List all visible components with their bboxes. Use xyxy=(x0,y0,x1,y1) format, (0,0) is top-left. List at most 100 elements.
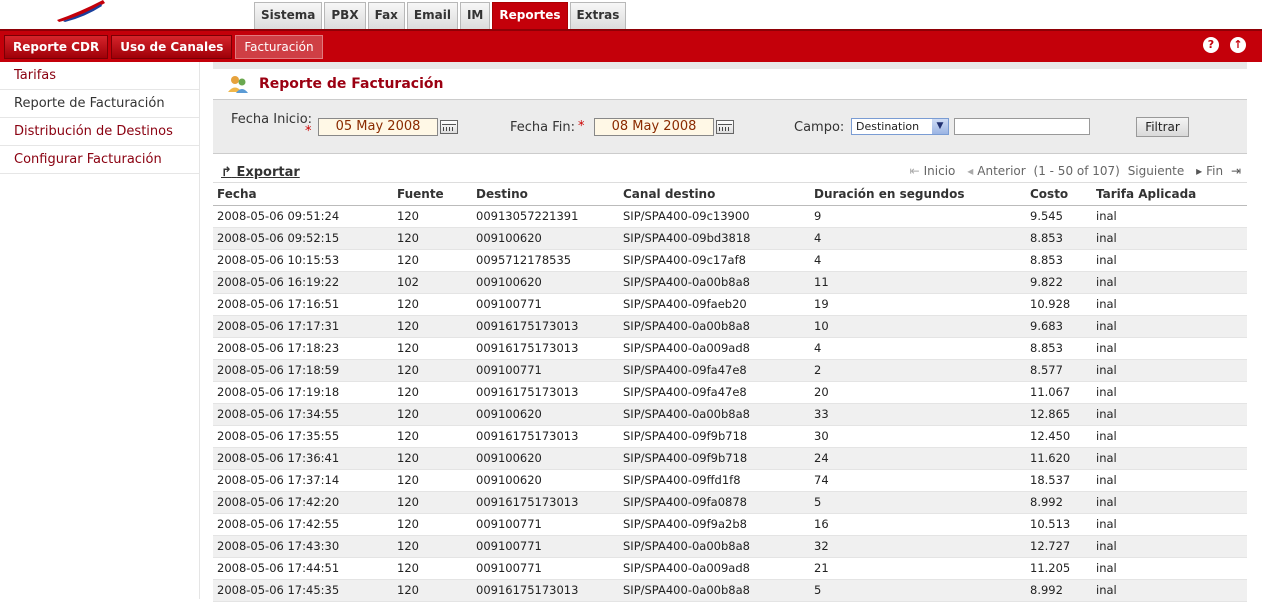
table-cell: 009100620 xyxy=(472,271,619,294)
table-cell: 2008-05-06 17:45:35 xyxy=(213,579,393,602)
top-bar: Sistema PBX Fax Email IM Reportes Extras xyxy=(0,0,1262,31)
table-cell: 2008-05-06 17:35:55 xyxy=(213,425,393,448)
table-cell: 009100771 xyxy=(472,513,619,536)
start-date-input[interactable]: 05 May 2008 xyxy=(318,118,438,136)
logout-icon[interactable]: ↑ xyxy=(1230,37,1246,53)
table-cell: 19 xyxy=(810,293,1026,316)
table-cell: 120 xyxy=(393,535,472,558)
table-cell: 00916175173013 xyxy=(472,579,619,602)
tab-email[interactable]: Email xyxy=(406,2,458,29)
table-cell: SIP/SPA400-0a009ad8 xyxy=(619,557,810,580)
table-cell: 009100771 xyxy=(472,557,619,580)
first-page-link[interactable]: Inicio xyxy=(924,164,956,178)
table-cell: 120 xyxy=(393,337,472,360)
table-cell: 8.992 xyxy=(1026,579,1092,602)
tab-pbx[interactable]: PBX xyxy=(324,2,366,29)
table-cell: SIP/SPA400-0a00b8a8 xyxy=(619,579,810,602)
sidebar-item-2[interactable]: Distribución de Destinos xyxy=(0,118,199,146)
table-cell: inal xyxy=(1092,315,1247,338)
column-header: Fuente xyxy=(393,183,472,206)
table-cell: inal xyxy=(1092,535,1247,558)
sidebar-item-3[interactable]: Configurar Facturación xyxy=(0,146,199,174)
field-label: Campo: xyxy=(794,120,845,135)
tab-sistema[interactable]: Sistema xyxy=(254,2,323,29)
sidebar-item-0[interactable]: Tarifas xyxy=(0,62,199,90)
table-row: 2008-05-06 17:42:20 120 00916175173013 SIP/… xyxy=(213,491,1247,514)
tab-im[interactable]: IM xyxy=(459,2,491,29)
table-cell: 2008-05-06 17:42:20 xyxy=(213,491,393,514)
table-cell: 4 xyxy=(810,249,1026,272)
first-page-icon: ⇤ xyxy=(909,164,920,178)
last-page-icon: ⇥ xyxy=(1230,164,1241,178)
table-cell: 2008-05-06 17:34:55 xyxy=(213,403,393,426)
table-row: 2008-05-06 09:51:24 120 00913057221391 SIP/… xyxy=(213,205,1247,228)
subtab-1[interactable]: Uso de Canales xyxy=(111,35,233,59)
table-row: 2008-05-06 17:16:51 120 009100771 SIP/SPA40… xyxy=(213,293,1247,316)
end-date-input[interactable]: 08 May 2008 xyxy=(594,118,714,136)
table-cell: 18.537 xyxy=(1026,469,1092,492)
table-cell: inal xyxy=(1092,447,1247,470)
table-cell: 120 xyxy=(393,425,472,448)
subtab-0[interactable]: Reporte CDR xyxy=(4,35,109,59)
table-cell: 9.683 xyxy=(1026,315,1092,338)
table-row: 2008-05-06 17:36:41 120 009100620 SIP/SPA40… xyxy=(213,447,1247,470)
table-cell: 2008-05-06 17:37:14 xyxy=(213,469,393,492)
table-row: 2008-05-06 17:18:23 120 00916175173013 SIP/… xyxy=(213,337,1247,360)
next-page-icon: ▸ xyxy=(1196,164,1203,178)
last-page-link[interactable]: Fin xyxy=(1206,164,1223,178)
table-cell: 2008-05-06 09:52:15 xyxy=(213,227,393,250)
table-cell: 2008-05-06 17:17:31 xyxy=(213,315,393,338)
billing-table: Fecha Fuente Destino Canal destino Duración … xyxy=(213,183,1247,602)
export-label: Exportar xyxy=(236,165,300,180)
table-cell: 2008-05-06 17:19:18 xyxy=(213,381,393,404)
table-cell: 009100771 xyxy=(472,535,619,558)
table-cell: 120 xyxy=(393,359,472,382)
table-cell: 12.727 xyxy=(1026,535,1092,558)
end-date-label: Fecha Fin: xyxy=(510,120,576,135)
column-header: Destino xyxy=(472,183,619,206)
table-cell: 10.928 xyxy=(1026,293,1092,316)
sidebar-item-1[interactable]: Reporte de Facturación xyxy=(0,90,199,118)
chevron-down-icon: ▼ xyxy=(932,119,948,134)
tab-reportes[interactable]: Reportes xyxy=(492,2,568,29)
table-body: 2008-05-06 09:51:24 120 00913057221391 SIP/… xyxy=(213,205,1247,602)
table-cell: 009100620 xyxy=(472,227,619,250)
table-cell: 11.205 xyxy=(1026,557,1092,580)
end-calendar-icon[interactable] xyxy=(716,120,734,134)
table-cell: SIP/SPA400-0a00b8a8 xyxy=(619,403,810,426)
table-cell: 2008-05-06 17:36:41 xyxy=(213,447,393,470)
table-cell: inal xyxy=(1092,425,1247,448)
table-cell: 11 xyxy=(810,271,1026,294)
tab-fax[interactable]: Fax xyxy=(367,2,405,29)
table-cell: SIP/SPA400-09fa47e8 xyxy=(619,359,810,382)
table-cell: inal xyxy=(1092,337,1247,360)
table-cell: 00916175173013 xyxy=(472,381,619,404)
filter-button[interactable]: Filtrar xyxy=(1136,117,1189,137)
table-cell: 009100771 xyxy=(472,293,619,316)
table-row: 2008-05-06 10:15:53 120 0095712178535 SIP/S… xyxy=(213,249,1247,272)
export-link[interactable]: ↱ Exportar xyxy=(221,165,300,180)
start-required-mark: * xyxy=(305,124,312,139)
table-cell: 00916175173013 xyxy=(472,491,619,514)
prev-page-link[interactable]: Anterior xyxy=(977,164,1025,178)
start-calendar-icon[interactable] xyxy=(440,120,458,134)
table-cell: inal xyxy=(1092,205,1247,228)
subtab-2[interactable]: Facturación xyxy=(235,35,323,59)
table-cell: 120 xyxy=(393,469,472,492)
table-cell: 120 xyxy=(393,227,472,250)
help-icon[interactable]: ? xyxy=(1203,37,1219,53)
table-row: 2008-05-06 17:35:55 120 00916175173013 SIP/… xyxy=(213,425,1247,448)
field-select[interactable]: Destination ▼ xyxy=(851,118,949,135)
tab-extras[interactable]: Extras xyxy=(569,2,627,29)
table-cell: 74 xyxy=(810,469,1026,492)
table-cell: 16 xyxy=(810,513,1026,536)
table-cell: 30 xyxy=(810,425,1026,448)
table-cell: SIP/SPA400-09ffd1f8 xyxy=(619,469,810,492)
users-icon xyxy=(227,74,249,94)
search-input[interactable] xyxy=(954,118,1090,135)
page-title: Reporte de Facturación xyxy=(259,76,444,92)
table-cell: 11.620 xyxy=(1026,447,1092,470)
next-page-link[interactable]: Siguiente xyxy=(1128,164,1185,178)
table-cell: 8.577 xyxy=(1026,359,1092,382)
table-cell: inal xyxy=(1092,359,1247,382)
